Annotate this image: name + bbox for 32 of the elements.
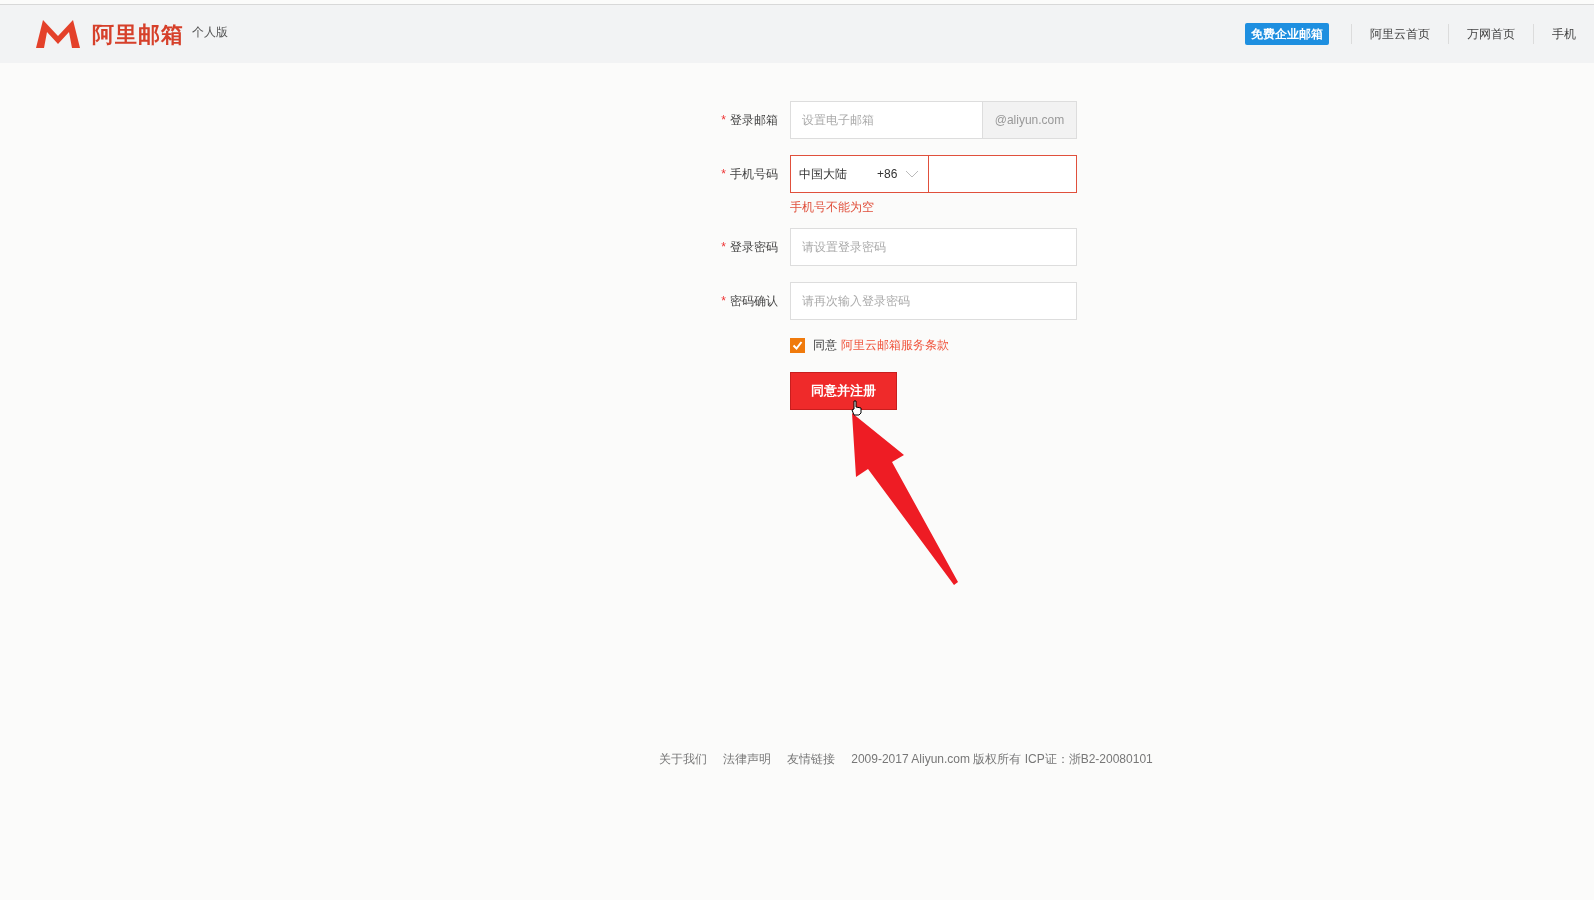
terms-link[interactable]: 阿里云邮箱服务条款 — [841, 336, 949, 354]
nav-link[interactable]: 万网首页 — [1449, 25, 1533, 43]
agree-checkbox[interactable] — [790, 337, 805, 353]
edition-label: 个人版 — [192, 24, 228, 41]
footer-link[interactable]: 法律声明 — [723, 750, 772, 768]
required-mark: * — [721, 112, 726, 129]
enterprise-mail-button[interactable]: 免费企业邮箱 — [1245, 23, 1329, 45]
nav-link[interactable]: 阿里云首页 — [1352, 25, 1448, 43]
domain-suffix: @aliyun.com — [983, 101, 1077, 139]
copyright-text: 2009-2017 Aliyun.com 版权所有 ICP证：浙B2-20080101 — [851, 751, 1153, 768]
password-input[interactable]: 请再次输入登录密码 — [790, 282, 1077, 320]
field-label: 登录密码 — [730, 239, 778, 256]
field-label: 密码确认 — [730, 293, 778, 310]
field-label: 手机号码 — [730, 166, 778, 183]
footer-link[interactable]: 友情链接 — [787, 750, 836, 768]
cursor-icon — [851, 400, 863, 416]
logo-icon — [34, 18, 82, 50]
chevron-down-icon — [905, 170, 920, 178]
phone-input[interactable] — [929, 155, 1077, 193]
agree-text: 同意 — [813, 337, 837, 354]
field-label: 登录邮箱 — [730, 112, 778, 129]
email-input[interactable]: 设置电子邮箱 — [790, 101, 983, 139]
error-message: 手机号不能为空 — [790, 199, 875, 216]
required-mark: * — [721, 239, 726, 256]
required-mark: * — [721, 293, 726, 310]
logo-text: 阿里邮箱 — [92, 20, 184, 49]
required-mark: * — [721, 166, 726, 183]
nav-link[interactable]: 手机 — [1534, 25, 1594, 43]
register-button[interactable]: 同意并注册 — [790, 372, 897, 410]
country-select[interactable]: 中国大陆 +86 — [790, 155, 929, 193]
footer-link[interactable]: 关于我们 — [659, 750, 708, 768]
password-input[interactable]: 请设置登录密码 — [790, 228, 1077, 266]
